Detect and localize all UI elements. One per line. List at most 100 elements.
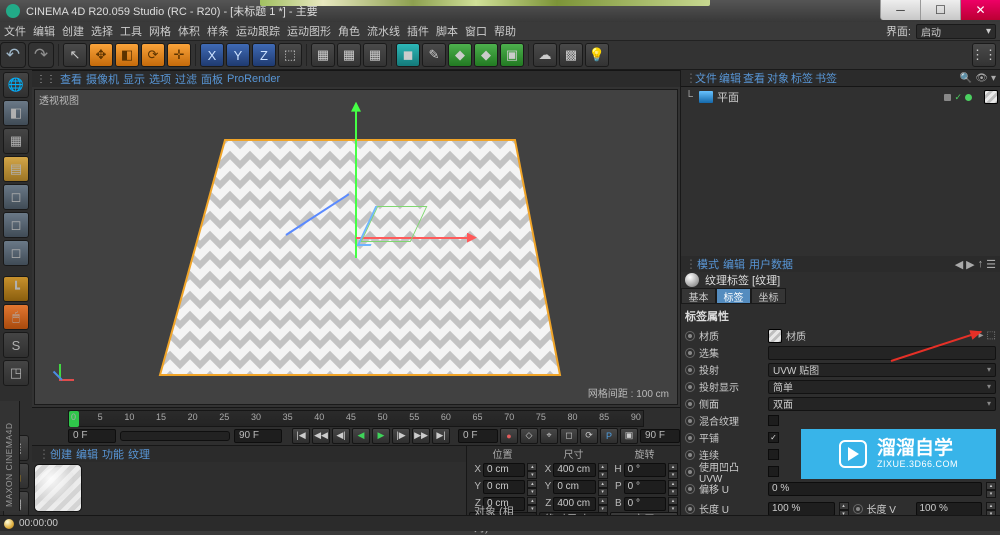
spinner[interactable]: ▴▾ xyxy=(668,480,678,494)
environment-icon[interactable]: ☁ xyxy=(533,43,557,67)
perspective-viewport[interactable]: 透视视图 网格间距 : 100 cm xyxy=(34,89,678,405)
obj-menu-edit[interactable]: 编辑 xyxy=(719,70,741,86)
menu-script[interactable]: 脚本 xyxy=(436,23,458,39)
object-name-label[interactable]: 平面 xyxy=(717,89,739,105)
texture-mode-icon[interactable]: ▦ xyxy=(3,128,29,154)
attr-menu-edit[interactable]: 编辑 xyxy=(723,256,745,272)
key-pos-icon[interactable]: ⌖ xyxy=(540,428,558,444)
timeline-ruler[interactable]: 051015202530354045505560657075808590 xyxy=(68,410,644,427)
model-mode-icon[interactable]: ◧ xyxy=(3,100,29,126)
make-editable-icon[interactable]: 🌐 xyxy=(3,72,29,98)
undo-button[interactable]: ↶ xyxy=(0,42,26,68)
obj-grip-icon[interactable]: ⋮⋮ xyxy=(685,71,693,85)
next-frame-icon[interactable]: |▶ xyxy=(392,428,410,444)
range-slider[interactable] xyxy=(120,431,230,441)
rotate-tool-icon[interactable]: ⟳ xyxy=(141,43,165,67)
viewport-solo-icon[interactable]: 🖱 xyxy=(3,304,29,330)
cube-primitive-icon[interactable]: ◼ xyxy=(396,43,420,67)
texture-tag-icon[interactable] xyxy=(984,90,998,104)
coord-field[interactable]: 0 cm xyxy=(483,480,525,494)
menu-file[interactable]: 文件 xyxy=(4,23,26,39)
mat-grip-icon[interactable]: ⋮⋮ xyxy=(38,447,46,461)
generator-icon[interactable]: ◆ xyxy=(474,43,498,67)
record-icon[interactable]: ● xyxy=(500,428,518,444)
coord-field[interactable]: 0 ° xyxy=(624,480,666,494)
project-end-field[interactable]: 90 F xyxy=(640,429,680,443)
menu-edit[interactable]: 编辑 xyxy=(33,23,55,39)
subtab-tag[interactable]: 标签 xyxy=(716,288,751,304)
property-dropdown[interactable]: UVW 贴图▾ xyxy=(768,363,996,377)
spinner[interactable]: ▴▾ xyxy=(598,463,608,477)
play-back-icon[interactable]: ◀ xyxy=(352,428,370,444)
menu-window[interactable]: 窗口 xyxy=(465,23,487,39)
coord-field[interactable]: 0 cm xyxy=(483,463,525,477)
subtab-coord[interactable]: 坐标 xyxy=(751,288,786,304)
attr-up-icon[interactable]: ↑ xyxy=(978,258,984,271)
menu-spline[interactable]: 样条 xyxy=(207,23,229,39)
panel-grip-icon[interactable]: ⋮⋮ xyxy=(36,74,56,85)
length-u-field[interactable]: 100 % xyxy=(768,502,835,516)
spinner[interactable]: ▴▾ xyxy=(668,497,678,511)
go-end-icon[interactable]: ▶| xyxy=(432,428,450,444)
edge-mode-icon[interactable]: ◻ xyxy=(3,212,29,238)
obj-menu-object[interactable]: 对象 xyxy=(767,70,789,86)
render-view-icon[interactable]: ▦ xyxy=(311,43,335,67)
property-checkbox[interactable] xyxy=(768,466,779,477)
property-dropdown[interactable]: 简单▾ xyxy=(768,380,996,394)
mat-menu-function[interactable]: 功能 xyxy=(102,446,124,462)
vp-menu-filter[interactable]: 过滤 xyxy=(175,71,197,87)
workplane-toggle-icon[interactable]: ◳ xyxy=(3,360,29,386)
attr-grip-icon[interactable]: ⋮⋮ xyxy=(685,257,693,271)
gizmo[interactable] xyxy=(356,238,357,239)
mat-menu-texture[interactable]: 纹理 xyxy=(128,446,150,462)
prev-frame-icon[interactable]: ◀| xyxy=(332,428,350,444)
maximize-button[interactable]: ☐ xyxy=(920,0,960,20)
minimize-button[interactable]: ─ xyxy=(880,0,920,20)
menu-create[interactable]: 创建 xyxy=(62,23,84,39)
scale-tool-icon[interactable]: ◧ xyxy=(115,43,139,67)
attr-next-icon[interactable]: ▶ xyxy=(966,258,974,271)
range-end-field[interactable]: 90 F xyxy=(234,429,282,443)
attr-menu-icon[interactable]: ☰ xyxy=(986,258,996,271)
render-region-icon[interactable]: ▦ xyxy=(337,43,361,67)
spinner[interactable]: ▴▾ xyxy=(668,463,678,477)
property-material[interactable]: 材质▸⬚ xyxy=(768,328,996,343)
expand-icon[interactable]: └ xyxy=(683,91,695,103)
current-frame-field[interactable]: 0 F xyxy=(458,429,498,443)
attr-prev-icon[interactable]: ◀ xyxy=(955,258,963,271)
property-number[interactable]: 0 % xyxy=(768,482,982,496)
obj-filter-icon[interactable]: ▾ xyxy=(991,73,996,84)
layer-dot[interactable] xyxy=(944,94,951,101)
menu-pipeline[interactable]: 流水线 xyxy=(367,23,400,39)
live-select-icon[interactable]: ↖ xyxy=(63,43,87,67)
coord-field[interactable]: 0 cm xyxy=(553,480,595,494)
coord-field[interactable]: 400 cm xyxy=(553,463,595,477)
prev-key-icon[interactable]: ◀◀ xyxy=(312,428,330,444)
next-key-icon[interactable]: ▶▶ xyxy=(412,428,430,444)
obj-menu-bookmark[interactable]: 书签 xyxy=(815,70,837,86)
poly-mode-icon[interactable]: ◻ xyxy=(3,240,29,266)
layout-dropdown[interactable]: 启动▾ xyxy=(916,24,996,39)
play-forward-icon[interactable]: ▶ xyxy=(372,428,390,444)
menu-select[interactable]: 选择 xyxy=(91,23,113,39)
last-tool-icon[interactable]: ✛ xyxy=(167,43,191,67)
spinner[interactable]: ▴▾ xyxy=(527,480,537,494)
grip-icon[interactable]: ⋮⋮ xyxy=(972,43,996,67)
menu-mograph[interactable]: 运动图形 xyxy=(287,23,331,39)
visibility-icon[interactable]: ✓ xyxy=(954,92,962,103)
property-checkbox[interactable] xyxy=(768,432,779,443)
property-text[interactable] xyxy=(768,346,996,360)
menu-mesh[interactable]: 网格 xyxy=(149,23,171,39)
deformer-icon[interactable]: ▣ xyxy=(500,43,524,67)
x-axis-icon[interactable]: X xyxy=(200,43,224,67)
vp-menu-panel[interactable]: 面板 xyxy=(201,71,223,87)
key-pla-icon[interactable]: ▣ xyxy=(620,428,638,444)
spline-pen-icon[interactable]: ✎ xyxy=(422,43,446,67)
y-axis-icon[interactable]: Y xyxy=(226,43,250,67)
object-manager-body[interactable]: └ 平面 ✓ xyxy=(681,86,1000,256)
coord-field[interactable]: 0 ° xyxy=(624,463,666,477)
subdiv-icon[interactable]: ◆ xyxy=(448,43,472,67)
z-axis-icon[interactable]: Z xyxy=(252,43,276,67)
subtab-basic[interactable]: 基本 xyxy=(681,288,716,304)
workplane-icon[interactable]: ▤ xyxy=(3,156,29,182)
